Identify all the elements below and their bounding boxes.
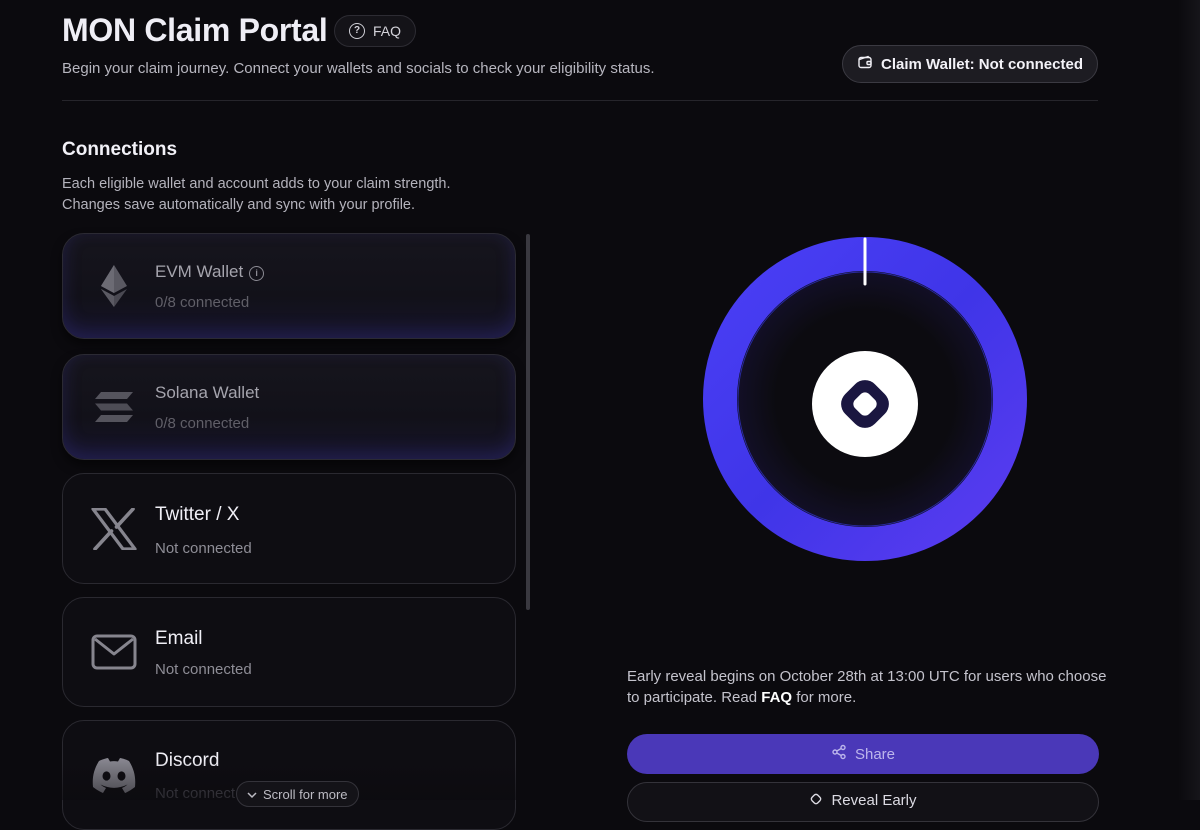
faq-link[interactable]: FAQ [761,689,792,706]
connection-name: Discord [155,750,220,771]
connection-status: Not connected [155,540,252,557]
claim-wallet-label: Claim Wallet: Not connected [881,55,1083,73]
info-icon[interactable]: i [249,266,265,281]
discord-icon [89,751,139,801]
share-label: Share [854,745,896,763]
connection-status: 0/8 connected [155,415,250,432]
connections-title: Connections [62,139,178,160]
mail-icon [89,627,139,677]
connections-description-line: Changes save automatically and sync with… [62,197,416,213]
connections-description: Each eligible wallet and account adds to… [62,174,522,216]
connection-name: Twitter / X [155,504,240,525]
connection-name-text: EVM Wallet [155,262,244,281]
header-divider [62,100,1098,101]
connection-card-evm-wallet[interactable]: EVM Wallet i 0/8 connected [62,233,516,339]
connection-status: Not connect [155,785,236,802]
wallet-icon [857,54,873,74]
connections-description-line: Each eligible wallet and account adds to… [62,176,451,192]
ethereum-icon [89,261,139,311]
page-subtitle: Begin your claim journey. Connect your w… [62,60,655,77]
connection-status: 0/8 connected [155,294,250,311]
faq-button[interactable]: ? FAQ [334,15,417,47]
eligibility-ring [700,234,1030,564]
connection-card-solana-wallet[interactable]: Solana Wallet 0/8 connected [62,354,516,460]
chevron-down-icon [247,787,257,802]
x-logo-icon [89,504,139,554]
early-reveal-text: Early reveal begins on October 28th at 1… [627,668,1107,706]
connection-card-discord[interactable]: Discord Not connect [62,720,516,830]
connection-card-twitter[interactable]: Twitter / X Not connected [62,473,516,584]
connection-name: Email [155,628,203,649]
share-icon [831,744,847,764]
reveal-early-button[interactable]: Reveal Early [627,782,1099,822]
scroll-for-more-button[interactable]: Scroll for more [236,781,359,807]
connection-name: Solana Wallet [155,383,260,402]
early-reveal-notice: Early reveal begins on October 28th at 1… [627,666,1107,708]
question-icon: ? [349,23,365,39]
solana-icon [89,382,139,432]
reveal-early-label: Reveal Early [831,792,917,809]
claim-wallet-button[interactable]: Claim Wallet: Not connected [842,45,1098,83]
window-edge [1178,0,1200,800]
connection-card-email[interactable]: Email Not connected [62,597,516,707]
scroll-hint-label: Scroll for more [263,786,348,802]
share-button[interactable]: Share [627,734,1099,774]
early-reveal-text-end: for more. [792,689,857,706]
faq-label: FAQ [373,23,402,39]
connection-status: Not connected [155,661,252,678]
connections-scrollbar[interactable] [526,234,530,610]
page-title: MON Claim Portal [62,12,328,48]
connection-name: EVM Wallet i [155,262,265,282]
reveal-icon [809,792,823,810]
